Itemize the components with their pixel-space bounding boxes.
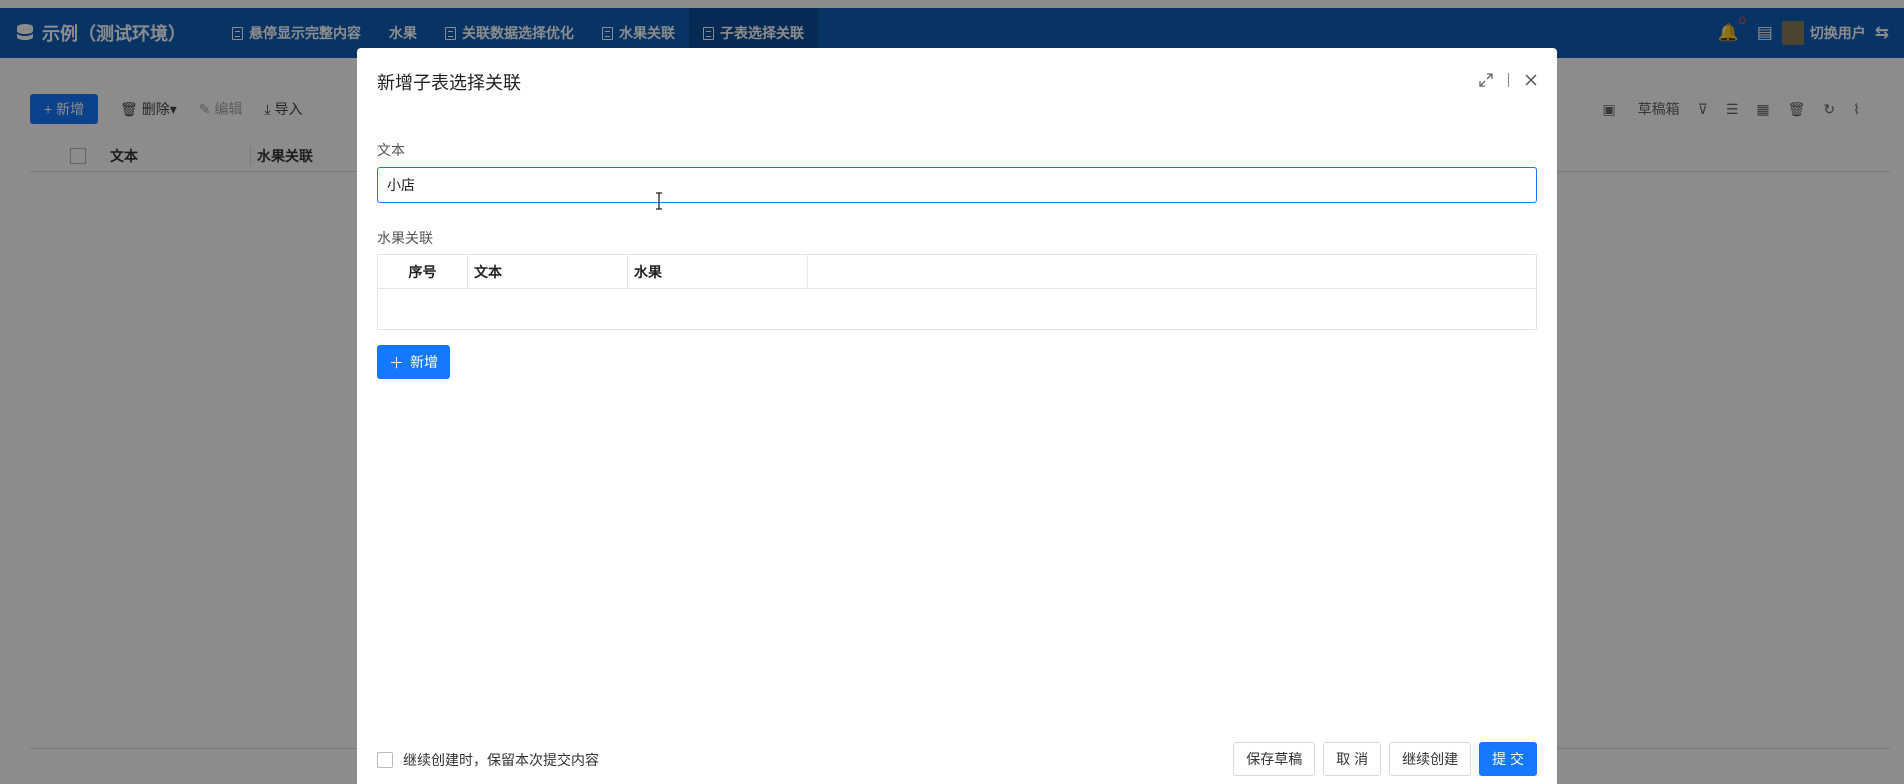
modal-actions (1478, 72, 1539, 88)
plus-icon: ＋ (389, 354, 405, 372)
text-cursor-icon (656, 192, 662, 210)
modal-title: 新增子表选择关联 (377, 73, 521, 93)
text-field-label: 文本 (377, 142, 405, 158)
fruit-association-subtable: 序号 文本 水果 (377, 254, 1537, 330)
text-field-input[interactable] (377, 167, 1537, 203)
save-draft-button[interactable]: 保存草稿 (1233, 742, 1316, 776)
keep-content-option[interactable]: 继续创建时，保留本次提交内容 (377, 750, 599, 770)
modal-footer-buttons: 保存草稿 取 消 继续创建 提 交 (1225, 742, 1537, 776)
keep-content-label: 继续创建时，保留本次提交内容 (403, 752, 599, 768)
subtable-column-filler (808, 255, 1536, 288)
divider (1508, 73, 1509, 87)
continue-create-button[interactable]: 继续创建 (1389, 742, 1472, 776)
close-icon[interactable] (1523, 72, 1539, 88)
cancel-button[interactable]: 取 消 (1323, 742, 1382, 776)
create-record-modal: 新增子表选择关联 文本 水果关联 序号 文本 水果 ＋ 新增 继续创建时，保留本… (357, 48, 1557, 784)
subtable-column-text: 文本 (468, 255, 628, 288)
subtable-label: 水果关联 (377, 230, 433, 246)
subtable-header: 序号 文本 水果 (378, 255, 1536, 289)
expand-icon[interactable] (1478, 72, 1494, 88)
add-row-button[interactable]: ＋ 新增 (377, 345, 451, 379)
add-row-label: 新增 (410, 354, 439, 370)
submit-button[interactable]: 提 交 (1479, 742, 1537, 776)
subtable-column-fruit: 水果 (628, 255, 808, 288)
subtable-column-index: 序号 (378, 255, 468, 288)
keep-content-checkbox[interactable] (377, 752, 393, 768)
